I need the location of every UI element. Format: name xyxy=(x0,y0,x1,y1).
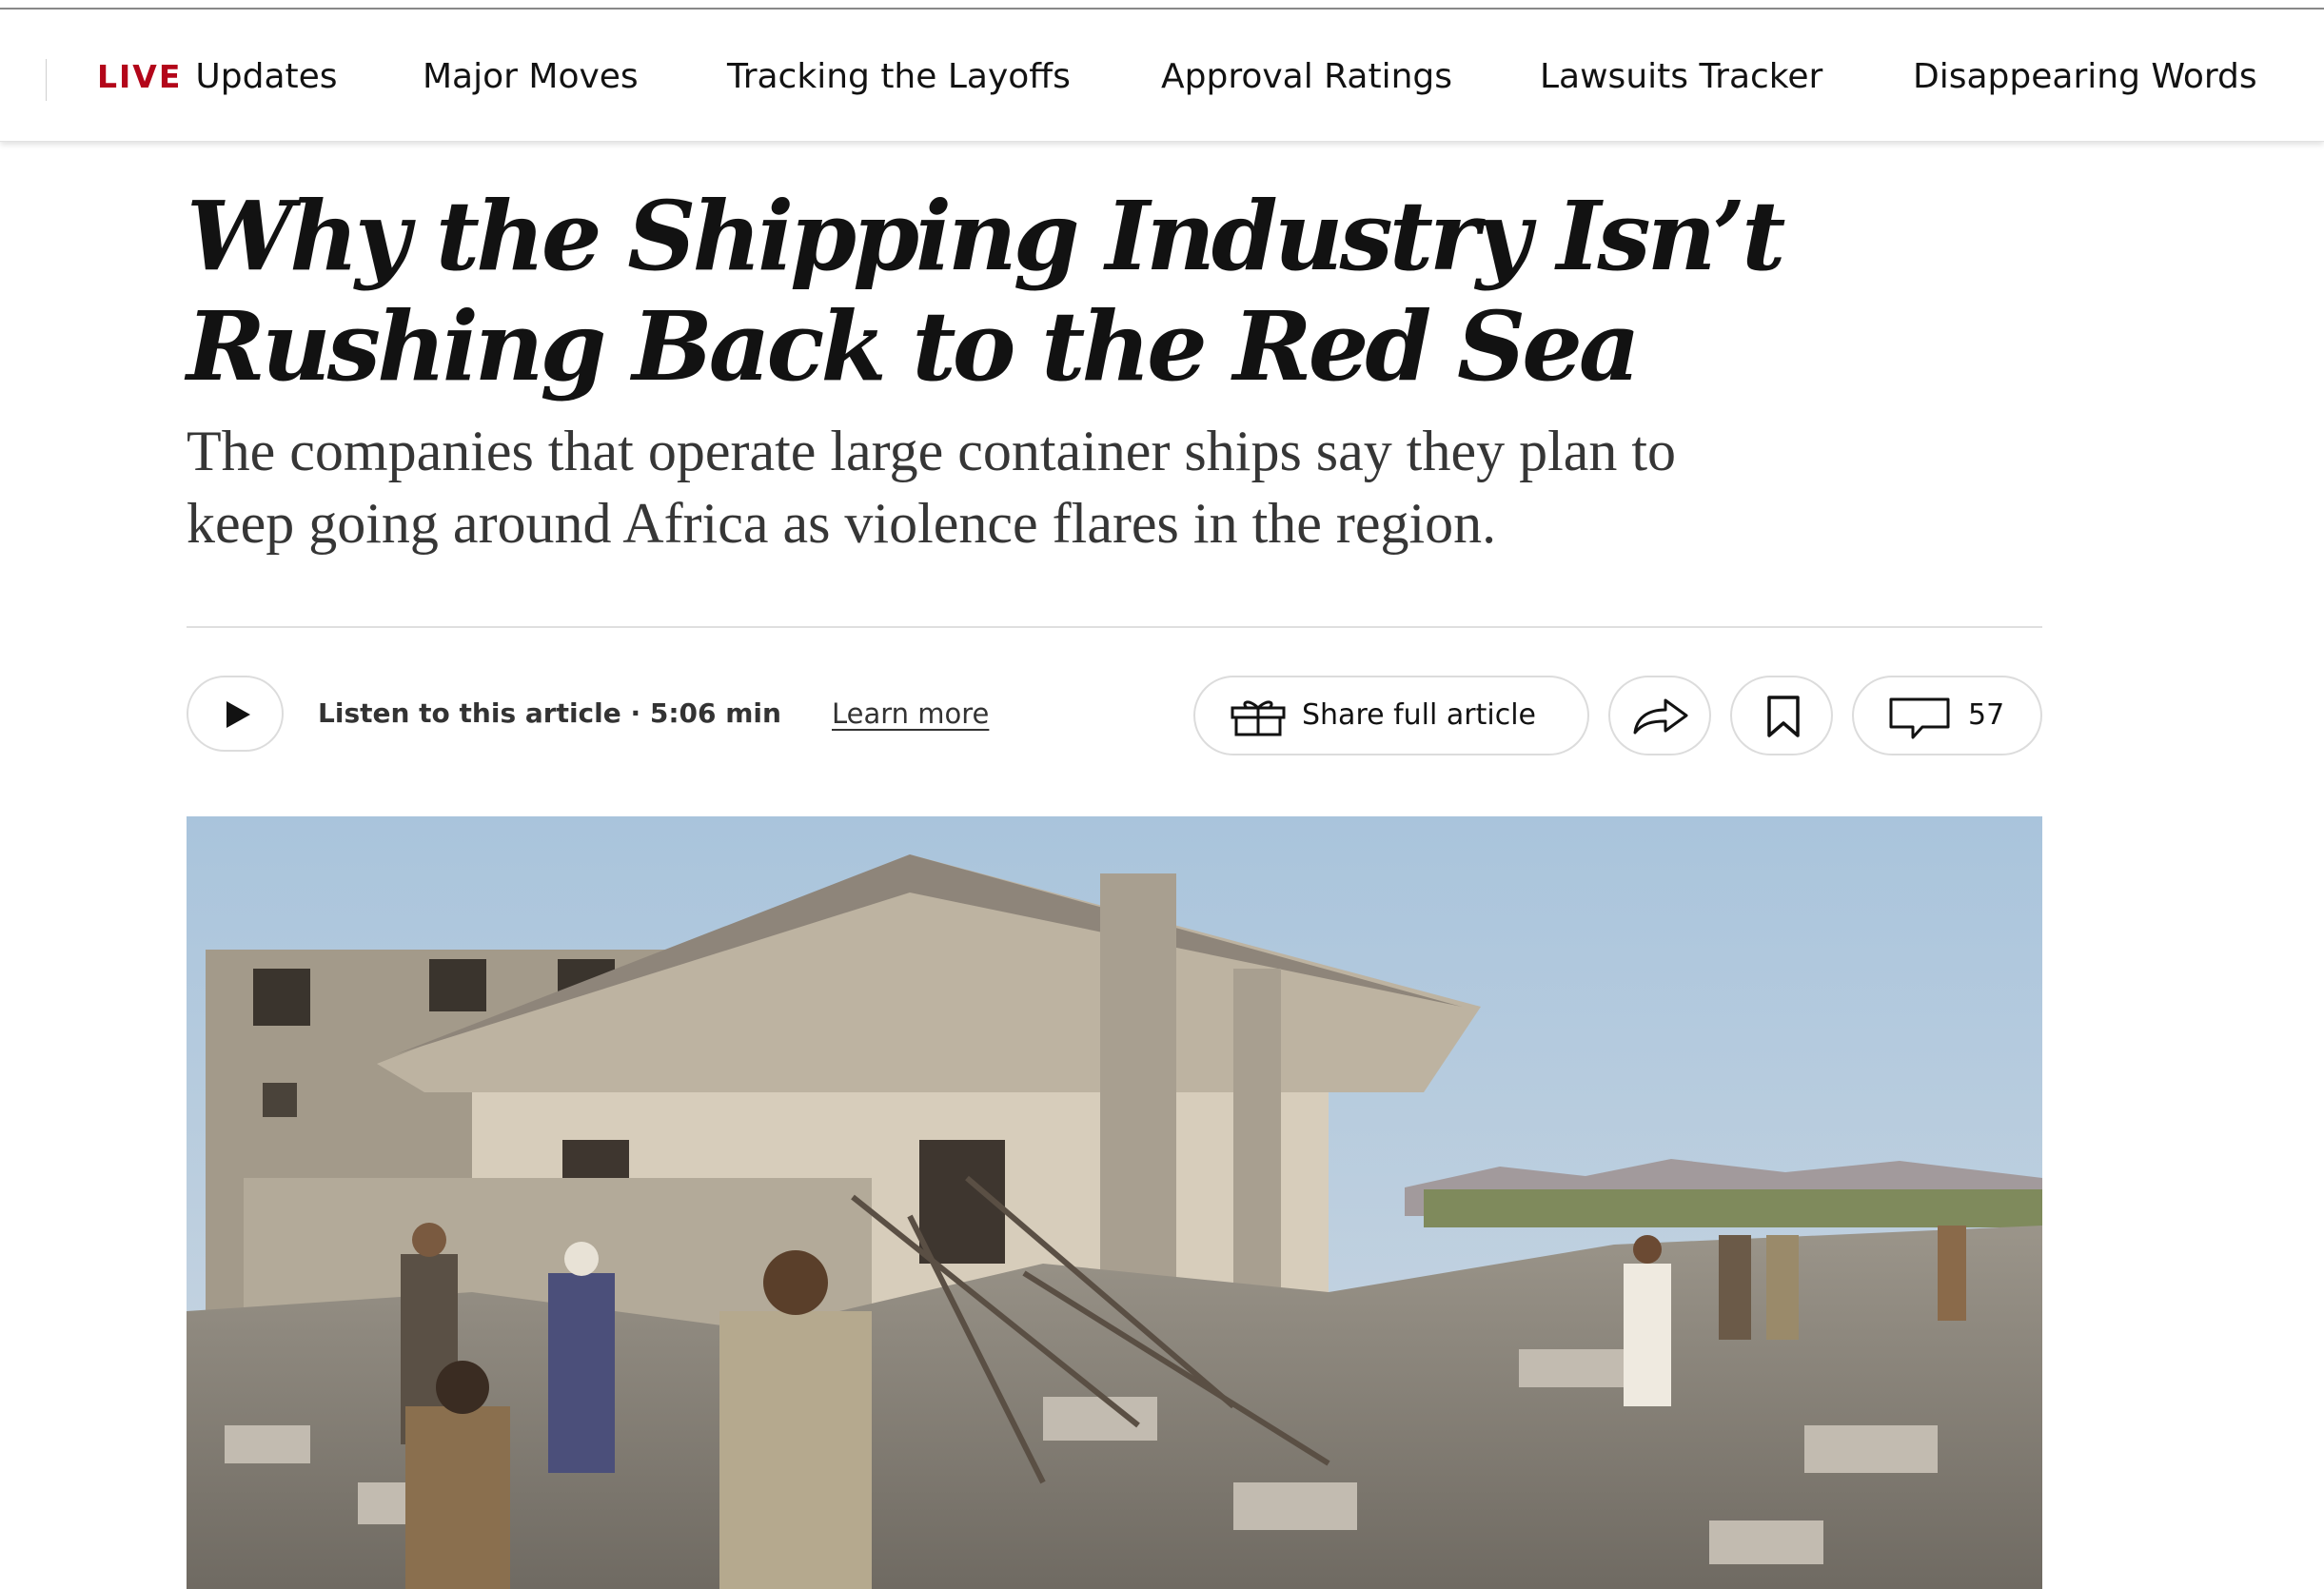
share-button[interactable] xyxy=(1608,676,1711,755)
summary-line-1: The companies that operate large contain… xyxy=(187,420,1677,482)
share-full-article-label: Share full article xyxy=(1302,698,1536,732)
share-arrow-icon xyxy=(1633,698,1688,735)
nav-item-major-moves[interactable]: Major Moves xyxy=(423,53,639,101)
browser-top-rule xyxy=(0,0,2324,10)
lead-photo-illustration xyxy=(187,816,2042,1589)
nav-live-updates[interactable]: LIVE Updates xyxy=(97,53,338,101)
summary-line-2: keep going around Africa as violence fla… xyxy=(187,492,1497,555)
nav-item-approval-ratings[interactable]: Approval Ratings xyxy=(1161,53,1452,101)
play-audio-button[interactable] xyxy=(187,676,284,752)
comments-count: 57 xyxy=(1968,698,2005,732)
nav-item-lawsuits-tracker[interactable]: Lawsuits Tracker xyxy=(1540,53,1822,101)
nav-item-updates-label: Updates xyxy=(195,57,338,96)
share-full-article-button[interactable]: Share full article xyxy=(1193,676,1589,755)
nav-item-tracking-layoffs[interactable]: Tracking the Layoffs xyxy=(727,53,1071,101)
nav-divider xyxy=(46,59,47,101)
listen-to-article-text: Listen to this article · 5:06 min xyxy=(318,697,781,729)
article-headline: Why the Shipping Industry Isn’t Rushing … xyxy=(187,181,2042,402)
comment-bubble-icon xyxy=(1889,697,1950,739)
learn-more-link[interactable]: Learn more xyxy=(832,695,989,733)
lead-photo xyxy=(187,816,2042,1589)
bookmark-icon xyxy=(1767,696,1800,737)
section-nav-bar: LIVE Updates Major Moves Tracking the Lay… xyxy=(0,10,2324,142)
save-bookmark-button[interactable] xyxy=(1730,676,1833,755)
headline-divider xyxy=(187,626,2042,628)
headline-line-1: Why the Shipping Industry Isn’t xyxy=(187,180,1785,292)
nav-item-disappearing-words[interactable]: Disappearing Words xyxy=(1913,53,2257,101)
live-label: LIVE xyxy=(97,58,183,95)
headline-line-2: Rushing Back to the Red Sea xyxy=(187,290,1641,402)
comments-button[interactable]: 57 xyxy=(1852,676,2042,755)
gift-icon xyxy=(1231,700,1286,736)
article-summary: The companies that operate large contain… xyxy=(187,415,2090,559)
play-icon xyxy=(226,701,250,728)
